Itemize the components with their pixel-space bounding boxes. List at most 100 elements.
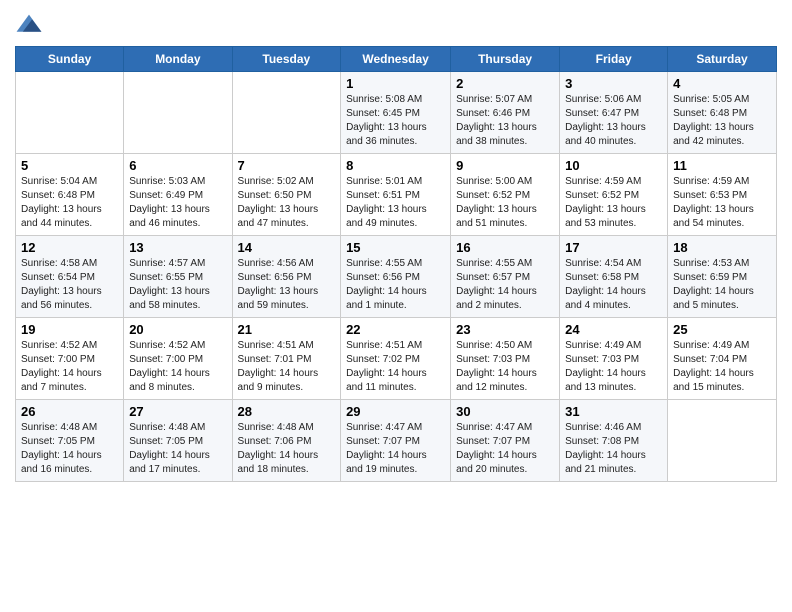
weekday-header-wednesday: Wednesday <box>341 47 451 72</box>
calendar-cell: 20 Sunrise: 4:52 AM Sunset: 7:00 PM Dayli… <box>124 318 232 400</box>
day-info: Sunrise: 4:59 AM Sunset: 6:53 PM Dayligh… <box>673 175 771 231</box>
calendar-cell: 19 Sunrise: 4:52 AM Sunset: 7:00 PM Dayli… <box>16 318 124 400</box>
day-number: 2 <box>456 76 554 91</box>
day-number: 10 <box>565 158 662 173</box>
day-number: 28 <box>238 404 336 419</box>
calendar-cell: 25Sunrise: 4:49 AM Sunset: 7:04 PM Dayli… <box>668 318 777 400</box>
day-number: 17 <box>565 240 662 255</box>
day-info: Sunrise: 4:47 AM Sunset: 7:07 PM Dayligh… <box>346 421 445 477</box>
calendar-table: SundayMondayTuesdayWednesdayThursdayFrid… <box>15 46 777 482</box>
day-info: Sunrise: 4:50 AM Sunset: 7:03 PM Dayligh… <box>456 339 554 395</box>
week-row-2: 5 Sunrise: 5:04 AM Sunset: 6:48 PM Daylig… <box>16 154 777 236</box>
calendar-cell: 31 Sunrise: 4:46 AM Sunset: 7:08 PM Dayli… <box>560 400 668 482</box>
day-number: 15 <box>346 240 445 255</box>
day-info: Sunrise: 4:47 AM Sunset: 7:07 PM Dayligh… <box>456 421 554 477</box>
day-number: 16 <box>456 240 554 255</box>
day-number: 1 <box>346 76 445 91</box>
calendar-cell: 1 Sunrise: 5:08 AM Sunset: 6:45 PM Daylig… <box>341 72 451 154</box>
day-number: 21 <box>238 322 336 337</box>
day-info: Sunrise: 5:00 AM Sunset: 6:52 PM Dayligh… <box>456 175 554 231</box>
day-number: 23 <box>456 322 554 337</box>
day-number: 25 <box>673 322 771 337</box>
day-info: Sunrise: 4:48 AM Sunset: 7:05 PM Dayligh… <box>129 421 226 477</box>
calendar-cell: 4Sunrise: 5:05 AM Sunset: 6:48 PM Daylig… <box>668 72 777 154</box>
week-row-1: 1 Sunrise: 5:08 AM Sunset: 6:45 PM Daylig… <box>16 72 777 154</box>
calendar-cell: 13 Sunrise: 4:57 AM Sunset: 6:55 PM Dayli… <box>124 236 232 318</box>
calendar-cell: 8 Sunrise: 5:01 AM Sunset: 6:51 PM Daylig… <box>341 154 451 236</box>
week-row-3: 12Sunrise: 4:58 AM Sunset: 6:54 PM Dayli… <box>16 236 777 318</box>
calendar-cell: 12Sunrise: 4:58 AM Sunset: 6:54 PM Dayli… <box>16 236 124 318</box>
day-info: Sunrise: 5:07 AM Sunset: 6:46 PM Dayligh… <box>456 93 554 149</box>
day-info: Sunrise: 4:48 AM Sunset: 7:05 PM Dayligh… <box>21 421 118 477</box>
day-number: 31 <box>565 404 662 419</box>
day-info: Sunrise: 4:51 AM Sunset: 7:02 PM Dayligh… <box>346 339 445 395</box>
week-row-5: 26 Sunrise: 4:48 AM Sunset: 7:05 PM Dayli… <box>16 400 777 482</box>
calendar-cell: 26 Sunrise: 4:48 AM Sunset: 7:05 PM Dayli… <box>16 400 124 482</box>
day-info: Sunrise: 4:52 AM Sunset: 7:00 PM Dayligh… <box>129 339 226 395</box>
day-info: Sunrise: 5:06 AM Sunset: 6:47 PM Dayligh… <box>565 93 662 149</box>
calendar-cell: 6Sunrise: 5:03 AM Sunset: 6:49 PM Daylig… <box>124 154 232 236</box>
day-number: 8 <box>346 158 445 173</box>
day-info: Sunrise: 4:49 AM Sunset: 7:03 PM Dayligh… <box>565 339 662 395</box>
day-info: Sunrise: 4:54 AM Sunset: 6:58 PM Dayligh… <box>565 257 662 313</box>
day-info: Sunrise: 5:02 AM Sunset: 6:50 PM Dayligh… <box>238 175 336 231</box>
calendar-cell: 18 Sunrise: 4:53 AM Sunset: 6:59 PM Dayli… <box>668 236 777 318</box>
day-info: Sunrise: 4:58 AM Sunset: 6:54 PM Dayligh… <box>21 257 118 313</box>
day-info: Sunrise: 4:56 AM Sunset: 6:56 PM Dayligh… <box>238 257 336 313</box>
calendar-cell: 28 Sunrise: 4:48 AM Sunset: 7:06 PM Dayli… <box>232 400 341 482</box>
calendar-cell <box>16 72 124 154</box>
day-number: 14 <box>238 240 336 255</box>
weekday-header-monday: Monday <box>124 47 232 72</box>
day-number: 29 <box>346 404 445 419</box>
calendar-cell: 24 Sunrise: 4:49 AM Sunset: 7:03 PM Dayli… <box>560 318 668 400</box>
day-number: 5 <box>21 158 118 173</box>
weekday-header-friday: Friday <box>560 47 668 72</box>
calendar-cell: 29 Sunrise: 4:47 AM Sunset: 7:07 PM Dayli… <box>341 400 451 482</box>
day-number: 9 <box>456 158 554 173</box>
calendar-cell: 3 Sunrise: 5:06 AM Sunset: 6:47 PM Daylig… <box>560 72 668 154</box>
day-number: 30 <box>456 404 554 419</box>
day-number: 13 <box>129 240 226 255</box>
day-number: 18 <box>673 240 771 255</box>
weekday-header-row: SundayMondayTuesdayWednesdayThursdayFrid… <box>16 47 777 72</box>
day-info: Sunrise: 4:57 AM Sunset: 6:55 PM Dayligh… <box>129 257 226 313</box>
calendar-cell: 23 Sunrise: 4:50 AM Sunset: 7:03 PM Dayli… <box>451 318 560 400</box>
calendar-cell: 2 Sunrise: 5:07 AM Sunset: 6:46 PM Daylig… <box>451 72 560 154</box>
calendar-cell: 22 Sunrise: 4:51 AM Sunset: 7:02 PM Dayli… <box>341 318 451 400</box>
calendar-cell: 7 Sunrise: 5:02 AM Sunset: 6:50 PM Daylig… <box>232 154 341 236</box>
day-number: 22 <box>346 322 445 337</box>
day-info: Sunrise: 4:46 AM Sunset: 7:08 PM Dayligh… <box>565 421 662 477</box>
day-info: Sunrise: 5:04 AM Sunset: 6:48 PM Dayligh… <box>21 175 118 231</box>
day-info: Sunrise: 4:59 AM Sunset: 6:52 PM Dayligh… <box>565 175 662 231</box>
calendar-cell: 14 Sunrise: 4:56 AM Sunset: 6:56 PM Dayli… <box>232 236 341 318</box>
day-info: Sunrise: 4:53 AM Sunset: 6:59 PM Dayligh… <box>673 257 771 313</box>
day-info: Sunrise: 5:01 AM Sunset: 6:51 PM Dayligh… <box>346 175 445 231</box>
logo-icon <box>15 10 43 38</box>
calendar-cell <box>124 72 232 154</box>
day-number: 27 <box>129 404 226 419</box>
day-number: 24 <box>565 322 662 337</box>
day-info: Sunrise: 4:48 AM Sunset: 7:06 PM Dayligh… <box>238 421 336 477</box>
day-info: Sunrise: 4:55 AM Sunset: 6:56 PM Dayligh… <box>346 257 445 313</box>
day-info: Sunrise: 4:51 AM Sunset: 7:01 PM Dayligh… <box>238 339 336 395</box>
day-info: Sunrise: 4:52 AM Sunset: 7:00 PM Dayligh… <box>21 339 118 395</box>
day-number: 4 <box>673 76 771 91</box>
calendar-cell: 5 Sunrise: 5:04 AM Sunset: 6:48 PM Daylig… <box>16 154 124 236</box>
weekday-header-saturday: Saturday <box>668 47 777 72</box>
calendar-cell: 11Sunrise: 4:59 AM Sunset: 6:53 PM Dayli… <box>668 154 777 236</box>
day-info: Sunrise: 4:55 AM Sunset: 6:57 PM Dayligh… <box>456 257 554 313</box>
calendar-cell: 17 Sunrise: 4:54 AM Sunset: 6:58 PM Dayli… <box>560 236 668 318</box>
day-info: Sunrise: 5:08 AM Sunset: 6:45 PM Dayligh… <box>346 93 445 149</box>
logo <box>15 10 47 38</box>
day-number: 3 <box>565 76 662 91</box>
weekday-header-tuesday: Tuesday <box>232 47 341 72</box>
calendar-cell: 15 Sunrise: 4:55 AM Sunset: 6:56 PM Dayli… <box>341 236 451 318</box>
day-number: 26 <box>21 404 118 419</box>
day-number: 19 <box>21 322 118 337</box>
calendar-cell <box>232 72 341 154</box>
calendar-cell: 21 Sunrise: 4:51 AM Sunset: 7:01 PM Dayli… <box>232 318 341 400</box>
day-number: 20 <box>129 322 226 337</box>
day-number: 7 <box>238 158 336 173</box>
calendar-cell: 10 Sunrise: 4:59 AM Sunset: 6:52 PM Dayli… <box>560 154 668 236</box>
calendar-cell: 30 Sunrise: 4:47 AM Sunset: 7:07 PM Dayli… <box>451 400 560 482</box>
